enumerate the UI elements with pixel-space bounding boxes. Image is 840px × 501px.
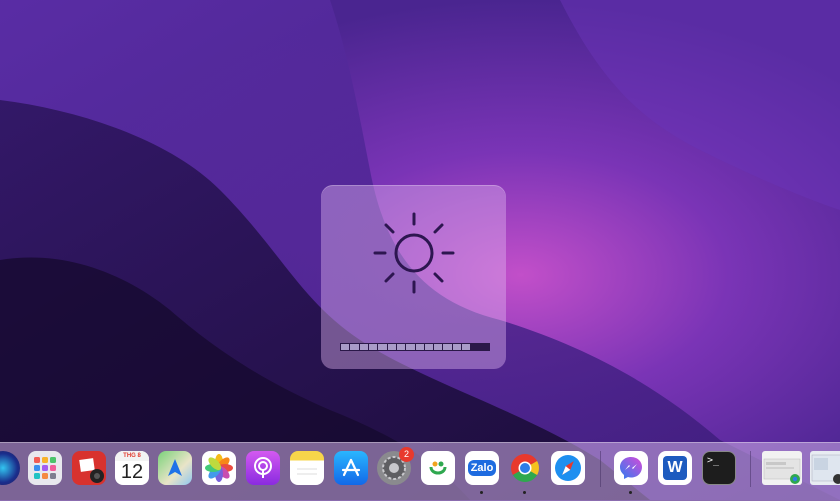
window-thumbnail-icon[interactable]: [810, 451, 840, 485]
word-icon[interactable]: W: [658, 451, 692, 485]
brightness-segment: [480, 344, 489, 350]
dock: THG 8 12 2 Zalo W >_: [0, 442, 840, 501]
chrome-icon[interactable]: [508, 451, 542, 485]
word-logo: W: [663, 456, 687, 480]
brightness-segment: [452, 344, 462, 350]
brightness-segment: [443, 344, 452, 350]
brightness-segment: [368, 344, 378, 350]
brightness-segment: [387, 344, 396, 350]
zalo-label: Zalo: [467, 460, 497, 476]
running-indicator: [480, 491, 483, 494]
notes-icon[interactable]: [290, 451, 324, 485]
brightness-segment: [471, 344, 480, 350]
messenger-icon[interactable]: [614, 451, 648, 485]
launchpad-icon[interactable]: [28, 451, 62, 485]
photos-icon[interactable]: [202, 451, 236, 485]
brightness-segment: [424, 344, 434, 350]
terminal-label: >_: [707, 455, 720, 466]
coccoc-icon[interactable]: [421, 451, 455, 485]
app-store-icon[interactable]: [334, 451, 368, 485]
zalo-icon[interactable]: Zalo: [465, 451, 499, 485]
dock-separator: [600, 451, 601, 487]
dock-separator: [750, 451, 751, 487]
calendar-day: 12: [120, 461, 144, 483]
brightness-segment: [396, 344, 406, 350]
brightness-segment: [378, 344, 387, 350]
running-indicator: [523, 491, 526, 494]
siri-icon[interactable]: [0, 451, 20, 485]
brightness-level-meter: [340, 343, 490, 351]
brightness-hud: [321, 185, 506, 369]
safari-icon[interactable]: [551, 451, 585, 485]
word-label: W: [667, 459, 683, 476]
window-thumbnail-icon[interactable]: [762, 451, 802, 485]
calendar-icon[interactable]: THG 8 12: [115, 451, 149, 485]
photo-booth-icon[interactable]: [72, 451, 106, 485]
brightness-segment: [350, 344, 359, 350]
terminal-icon[interactable]: >_: [702, 451, 736, 485]
notification-badge: 2: [399, 447, 414, 462]
podcasts-icon[interactable]: [246, 451, 280, 485]
brightness-segment: [434, 344, 443, 350]
brightness-segment: [341, 344, 350, 350]
running-indicator: [629, 491, 632, 494]
maps-icon[interactable]: [158, 451, 192, 485]
brightness-segment: [415, 344, 424, 350]
brightness-sun-icon: [373, 212, 455, 294]
brightness-segment: [406, 344, 415, 350]
brightness-segment: [462, 344, 471, 350]
brightness-segment: [359, 344, 368, 350]
